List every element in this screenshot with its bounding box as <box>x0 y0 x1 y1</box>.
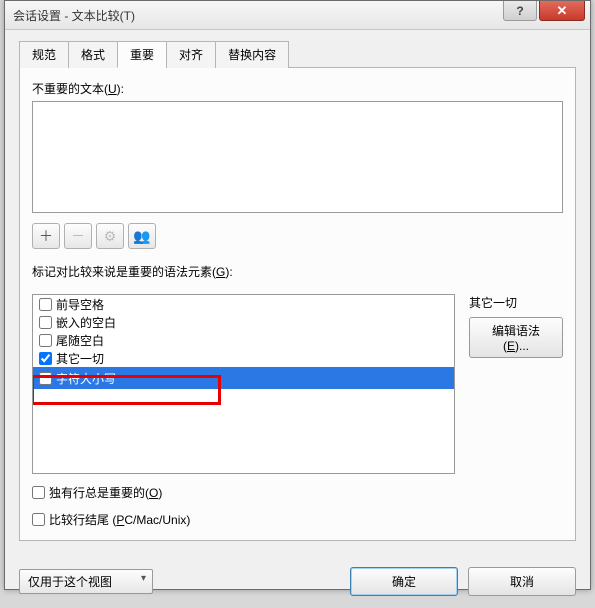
tab-align[interactable]: 对齐 <box>166 41 216 68</box>
tab-important[interactable]: 重要 <box>117 41 167 68</box>
list-item-selected[interactable]: 字符大小写 <box>33 367 454 389</box>
gear-icon: ⚙ <box>104 229 117 243</box>
grammar-right-column: 其它一切 编辑语法(E)... <box>469 294 563 474</box>
dialog-footer: 仅用于这个视图 确定 取消 <box>19 557 576 596</box>
grammar-listbox[interactable]: 前导空格 嵌入的空白 尾随空白 其它一切 <box>32 294 455 474</box>
remove-button[interactable]: － <box>64 223 92 249</box>
list-item-label: 字符大小写 <box>56 370 116 387</box>
compare-eol-row: 比较行结尾 (PC/Mac/Unix) <box>32 511 563 528</box>
checkbox-compare-eol[interactable] <box>32 513 45 526</box>
checkbox-case[interactable] <box>39 372 52 385</box>
close-button[interactable]: ✕ <box>539 1 585 21</box>
plus-icon: ＋ <box>39 229 53 243</box>
list-item[interactable]: 嵌入的空白 <box>33 313 454 331</box>
list-item[interactable]: 尾随空白 <box>33 331 454 349</box>
alone-rows-row: 独有行总是重要的(O) <box>32 484 563 501</box>
list-item-label: 其它一切 <box>56 350 104 367</box>
grammar-label: 标记对比较来说是重要的语法元素(G): <box>32 263 563 280</box>
list-item[interactable]: 其它一切 <box>33 349 454 367</box>
scope-combo[interactable]: 仅用于这个视图 <box>19 569 153 594</box>
edit-grammar-button[interactable]: 编辑语法(E)... <box>469 317 563 358</box>
list-item-label: 嵌入的空白 <box>56 314 116 331</box>
checkbox-leading-ws[interactable] <box>39 298 52 311</box>
tab-body-important: 不重要的文本(U): ＋ － ⚙ 👥 标记对比较来说是重要的语法元素(G): 前… <box>19 68 576 541</box>
window-controls: ? ✕ <box>503 1 590 21</box>
checkbox-embedded-ws[interactable] <box>39 316 52 329</box>
settings-button[interactable]: ⚙ <box>96 223 124 249</box>
list-item-label: 前导空格 <box>56 296 104 313</box>
help-button[interactable]: ? <box>503 1 537 21</box>
window-title: 会话设置 - 文本比较(T) <box>13 7 135 24</box>
tab-replace[interactable]: 替换内容 <box>215 41 289 68</box>
add-button[interactable]: ＋ <box>32 223 60 249</box>
dialog-window: 会话设置 - 文本比较(T) ? ✕ 规范 格式 重要 对齐 替换内容 不重要的… <box>4 0 591 590</box>
client-area: 规范 格式 重要 对齐 替换内容 不重要的文本(U): ＋ － ⚙ 👥 标记对比… <box>5 30 590 608</box>
alone-rows-label: 独有行总是重要的(O) <box>49 484 162 501</box>
unimportant-toolbar: ＋ － ⚙ 👥 <box>32 223 563 249</box>
unimportant-text-area[interactable] <box>32 101 563 213</box>
compare-eol-label: 比较行结尾 (PC/Mac/Unix) <box>49 511 190 528</box>
group-button[interactable]: 👥 <box>128 223 156 249</box>
other-all-label: 其它一切 <box>469 294 563 311</box>
cancel-button[interactable]: 取消 <box>468 567 576 596</box>
ok-button[interactable]: 确定 <box>350 567 458 596</box>
grammar-section: 前导空格 嵌入的空白 尾随空白 其它一切 <box>32 294 563 474</box>
people-icon: 👥 <box>133 229 150 243</box>
titlebar: 会话设置 - 文本比较(T) ? ✕ <box>5 1 590 30</box>
checkbox-trailing-ws[interactable] <box>39 334 52 347</box>
checkbox-other-all[interactable] <box>39 352 52 365</box>
tab-strip: 规范 格式 重要 对齐 替换内容 <box>19 40 576 68</box>
checkbox-alone-rows[interactable] <box>32 486 45 499</box>
list-item-label: 尾随空白 <box>56 332 104 349</box>
unimportant-text-label: 不重要的文本(U): <box>32 80 563 97</box>
scope-combo-value: 仅用于这个视图 <box>28 575 112 589</box>
tab-spec[interactable]: 规范 <box>19 41 69 68</box>
list-item[interactable]: 前导空格 <box>33 295 454 313</box>
minus-icon: － <box>71 229 85 243</box>
tab-format[interactable]: 格式 <box>68 41 118 68</box>
